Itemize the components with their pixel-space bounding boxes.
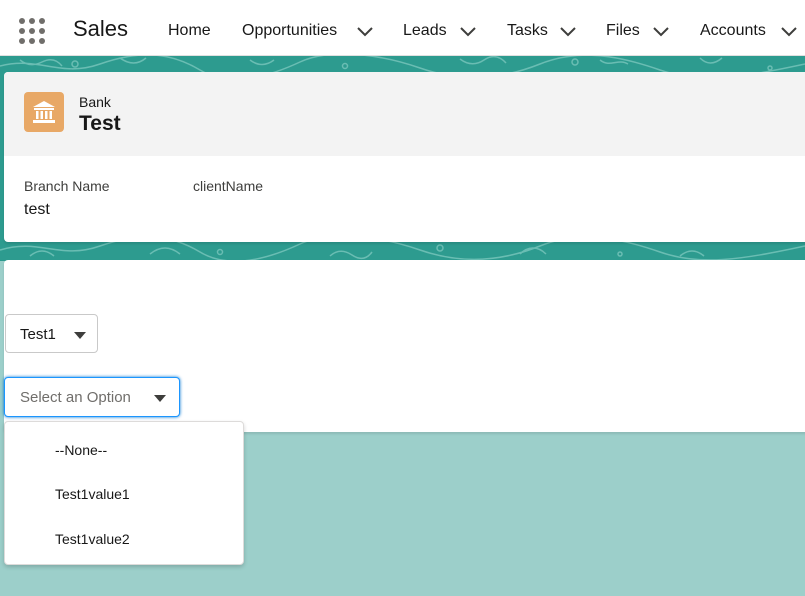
option-none[interactable]: --None-- [5, 430, 243, 470]
record-object-type: Bank [79, 94, 111, 110]
nav-item-files[interactable]: Files [606, 22, 640, 40]
chevron-down-icon[interactable] [559, 24, 577, 38]
dependent-picklist[interactable]: Select an Option [4, 377, 180, 417]
option-test1value1[interactable]: Test1value1 [5, 474, 243, 514]
nav-item-home[interactable]: Home [168, 22, 211, 40]
primary-picklist-value: Test1 [20, 326, 56, 343]
nav-item-opportunities[interactable]: Opportunities [242, 22, 337, 40]
chevron-down-icon[interactable] [780, 24, 798, 38]
chevron-down-icon[interactable] [652, 24, 670, 38]
caret-down-icon [154, 395, 166, 402]
branch-name-label: Branch Name [24, 178, 110, 194]
record-title: Test [79, 112, 121, 135]
client-name-label: clientName [193, 178, 264, 194]
branch-name-value: test [24, 201, 50, 218]
option-label: --None-- [55, 442, 108, 458]
nav-item-leads[interactable]: Leads [403, 22, 447, 40]
chevron-down-icon[interactable] [459, 24, 477, 38]
option-test1value2[interactable]: Test1value2 [5, 519, 243, 559]
dependent-picklist-placeholder: Select an Option [20, 389, 131, 406]
record-highlights: Bank Test [4, 72, 805, 156]
nav-item-accounts[interactable]: Accounts [700, 22, 766, 40]
caret-down-icon [74, 332, 86, 339]
record-header-card: Bank Test Branch Name test clientName [4, 72, 805, 242]
chevron-down-icon[interactable] [356, 24, 374, 38]
bank-icon [24, 92, 64, 132]
nav-item-tasks[interactable]: Tasks [507, 22, 548, 40]
primary-picklist[interactable]: Test1 [5, 314, 98, 353]
option-label: Test1value2 [55, 531, 130, 547]
option-label: Test1value1 [55, 486, 130, 502]
app-launcher-icon[interactable] [19, 18, 45, 44]
dependent-picklist-options: --None-- Test1value1 Test1value2 [4, 421, 244, 565]
global-nav-bar: Sales Home Opportunities Leads Tasks Fil… [0, 0, 805, 56]
app-name: Sales [73, 16, 129, 41]
